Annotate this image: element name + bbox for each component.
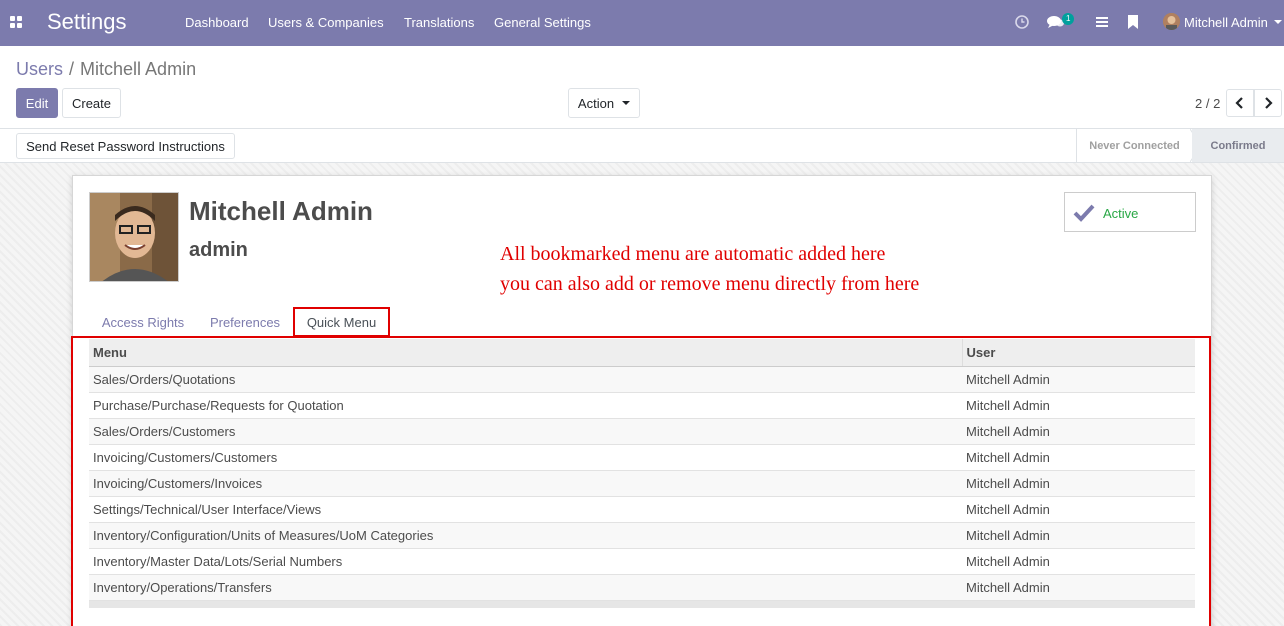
user-cell: Mitchell Admin (962, 522, 1195, 549)
user-photo[interactable] (89, 192, 179, 282)
menu-cell: Invoicing/Customers/Invoices (89, 470, 962, 497)
tab-preferences[interactable]: Preferences (201, 307, 289, 337)
send-reset-password-button[interactable]: Send Reset Password Instructions (16, 133, 235, 159)
table-footer (89, 601, 1195, 608)
menu-cell: Inventory/Operations/Transfers (89, 574, 962, 601)
menu-cell: Inventory/Configuration/Units of Measure… (89, 522, 962, 549)
pager-previous-button[interactable] (1226, 89, 1254, 117)
breadcrumb-separator: / (69, 59, 75, 79)
chevron-down-icon (622, 101, 631, 105)
annotation-line-2: you can also add or remove menu directly… (500, 273, 920, 295)
table-row[interactable]: Invoicing/Customers/Invoices Mitchell Ad… (89, 470, 1195, 497)
table-row[interactable]: Invoicing/Customers/Customers Mitchell A… (89, 444, 1195, 471)
edit-button[interactable]: Edit (16, 88, 58, 118)
table-row[interactable]: Sales/Orders/Customers Mitchell Admin (89, 418, 1195, 445)
check-icon (1073, 204, 1095, 222)
chevron-left-icon (1235, 97, 1243, 109)
user-cell: Mitchell Admin (962, 418, 1195, 445)
column-header-menu[interactable]: Menu (89, 339, 962, 367)
status-bar: Send Reset Password Instructions Never C… (0, 128, 1284, 163)
create-button[interactable]: Create (62, 88, 121, 118)
menu-cell: Sales/Orders/Customers (89, 418, 962, 445)
table-row[interactable]: Settings/Technical/User Interface/Views … (89, 496, 1195, 523)
user-avatar[interactable] (1163, 13, 1180, 30)
table-row[interactable]: Inventory/Operations/Transfers Mitchell … (89, 574, 1195, 601)
breadcrumb-users-link[interactable]: Users (16, 59, 63, 79)
annotation-line-1: All bookmarked menu are automatic added … (500, 243, 886, 265)
menu-cell: Sales/Orders/Quotations (89, 366, 962, 393)
chevron-right-icon (1265, 97, 1273, 109)
table-row[interactable]: Inventory/Master Data/Lots/Serial Number… (89, 548, 1195, 575)
tab-quick-menu[interactable]: Quick Menu (293, 307, 390, 337)
quick-menu-table: Menu User Sales/Orders/Quotations Mitche… (89, 339, 1195, 601)
menu-cell: Settings/Technical/User Interface/Views (89, 496, 962, 523)
user-cell: Mitchell Admin (962, 548, 1195, 575)
nav-menu-users-companies[interactable]: Users & Companies (268, 15, 384, 30)
nav-menu-translations[interactable]: Translations (404, 15, 474, 30)
user-menu-name[interactable]: Mitchell Admin (1184, 15, 1268, 30)
table-row[interactable]: Sales/Orders/Quotations Mitchell Admin (89, 366, 1195, 393)
apps-menu-icon[interactable] (10, 16, 23, 29)
active-label: Active (1103, 206, 1139, 221)
pager-next-button[interactable] (1254, 89, 1282, 117)
user-cell: Mitchell Admin (962, 496, 1195, 523)
action-dropdown-button[interactable]: Action (568, 88, 640, 118)
table-row[interactable]: Purchase/Purchase/Requests for Quotation… (89, 392, 1195, 419)
top-navbar: Settings Dashboard Users & Companies Tra… (0, 0, 1284, 46)
messages-count-badge: 1 (1062, 13, 1075, 25)
pager-value[interactable]: 2 / 2 (1195, 96, 1220, 111)
column-header-user[interactable]: User (961, 339, 1195, 367)
menu-cell: Inventory/Master Data/Lots/Serial Number… (89, 548, 962, 575)
user-cell: Mitchell Admin (962, 366, 1195, 393)
menu-cell: Purchase/Purchase/Requests for Quotation (89, 392, 962, 419)
breadcrumb: Users / Mitchell Admin (16, 59, 196, 80)
user-cell: Mitchell Admin (962, 392, 1195, 419)
stage-never-connected: Never Connected (1076, 129, 1192, 162)
user-cell: Mitchell Admin (962, 574, 1195, 601)
stage-confirmed: Confirmed (1192, 129, 1284, 162)
action-label: Action (577, 95, 615, 111)
user-cell: Mitchell Admin (962, 470, 1195, 497)
list-menu-icon[interactable] (1096, 16, 1108, 28)
user-menu-caret-icon[interactable] (1274, 20, 1282, 24)
app-title[interactable]: Settings (47, 9, 127, 35)
tab-access-rights[interactable]: Access Rights (89, 307, 197, 337)
user-login: admin (189, 239, 248, 261)
table-row[interactable]: Inventory/Configuration/Units of Measure… (89, 522, 1195, 549)
nav-menu-dashboard[interactable]: Dashboard (185, 15, 249, 30)
breadcrumb-current: Mitchell Admin (80, 59, 197, 79)
user-cell: Mitchell Admin (962, 444, 1195, 471)
menu-cell: Invoicing/Customers/Customers (89, 444, 962, 471)
nav-menu-general-settings[interactable]: General Settings (494, 15, 591, 30)
activity-clock-icon[interactable] (1014, 14, 1030, 30)
bookmark-icon[interactable] (1128, 15, 1138, 29)
user-full-name: Mitchell Admin (189, 196, 373, 226)
active-toggle-button[interactable]: Active (1064, 192, 1196, 232)
